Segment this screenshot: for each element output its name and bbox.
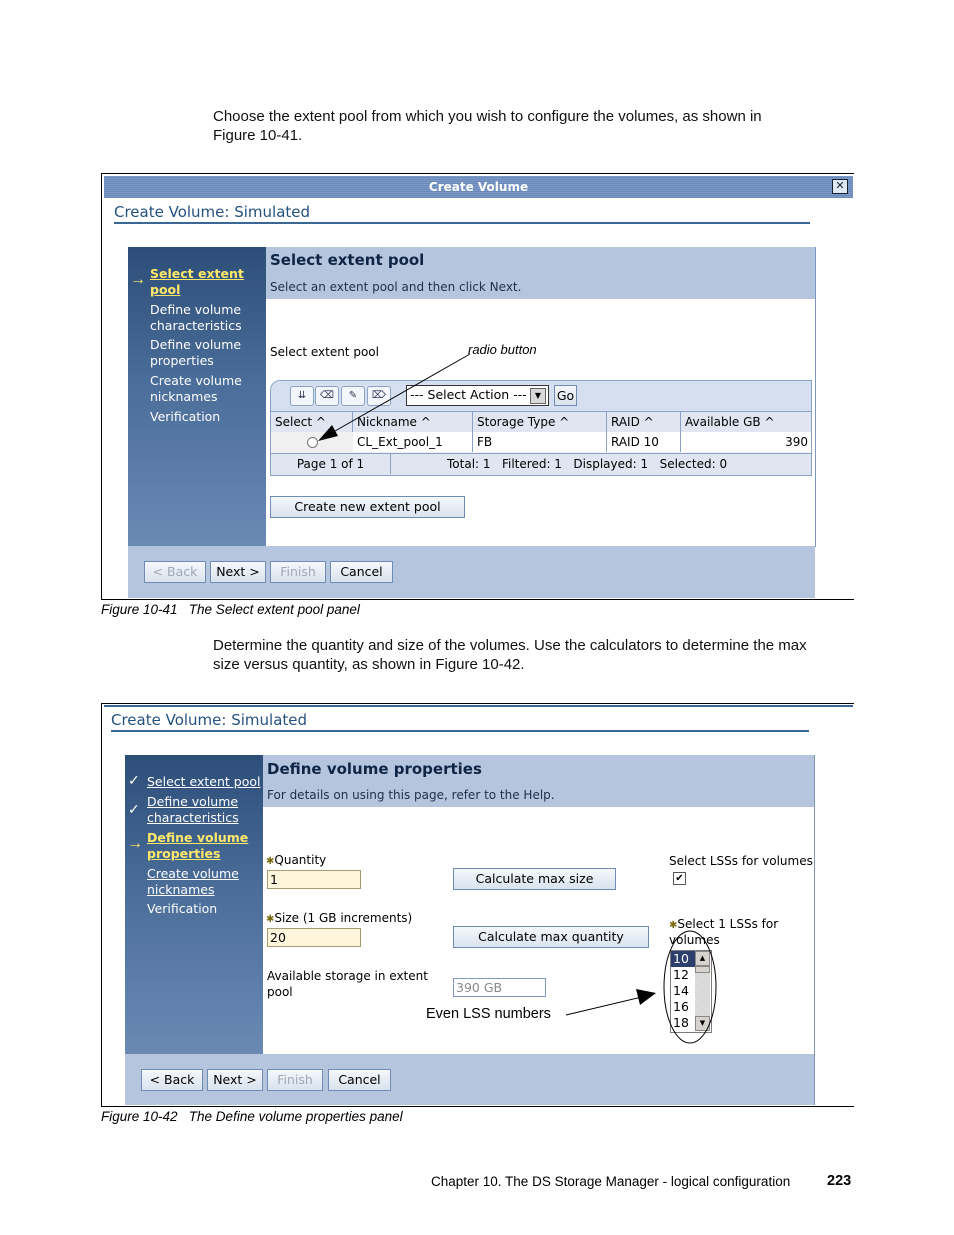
step-label-line: Create volume [147, 866, 239, 881]
step-define-volume-characteristics: Define volume characteristics [150, 302, 242, 334]
cancel-button[interactable]: Cancel [328, 1069, 391, 1091]
step-label-line: Verification [150, 409, 221, 424]
calculate-max-size-button[interactable]: Calculate max size [453, 868, 616, 890]
cancel-button[interactable]: Cancel [330, 561, 393, 583]
window-title-bar: Create Volume [104, 176, 853, 198]
middle-line-1: Determine the quantity and size of the v… [213, 637, 807, 654]
annotation-line [565, 996, 643, 1016]
annotation-callout [565, 930, 717, 1044]
panel-title: Define volume properties [267, 760, 482, 778]
intro-paragraph: Choose the extent pool from which you wi… [213, 107, 762, 145]
step-create-volume-nicknames: Create volume nicknames [150, 373, 242, 405]
available-label-line-1: Available storage in extent [267, 969, 428, 983]
select-lss-checkbox-label: Select LSSs for volumes [669, 854, 813, 868]
cell-storage-type: FB [473, 432, 607, 452]
step-verification: Verification [150, 409, 220, 425]
cell-raid: RAID 10 [607, 432, 681, 452]
wizard-title: Create Volume: Simulated [111, 711, 308, 729]
back-button[interactable]: < Back [141, 1069, 203, 1091]
step-select-extent-pool[interactable]: Select extent pool [150, 266, 244, 298]
displayed-count: Displayed: 1 [573, 457, 649, 471]
filtered-count: Filtered: 1 [501, 457, 562, 471]
page-number: 223 [827, 1173, 852, 1189]
table-footer: Page 1 of 1 Total: 1 Filtered: 1 Display… [271, 454, 811, 475]
arrow-right-icon: → [130, 271, 146, 288]
arrow-right-icon: → [127, 835, 143, 852]
back-button[interactable]: < Back [144, 561, 206, 583]
window-title: Create Volume [428, 180, 529, 194]
size-label-text: Size (1 GB increments) [274, 911, 413, 925]
total-count: Total: 1 [447, 457, 491, 471]
select-lss-checkbox[interactable]: ✔ [673, 872, 686, 885]
column-header-raid[interactable]: RAID ^ [607, 412, 681, 432]
close-icon[interactable]: ✕ [832, 179, 848, 194]
chevron-down-icon: ▼ [530, 388, 546, 404]
column-header-storage-type[interactable]: Storage Type ^ [473, 412, 607, 432]
step-label-line: Define volume [150, 302, 242, 317]
figure-caption-1: Figure 10-41 The Select extent pool pane… [101, 602, 360, 617]
middle-line-2: size versus quantity, as shown in Figure… [213, 656, 525, 673]
page-indicator: Page 1 of 1 [271, 454, 391, 474]
arrowhead [318, 425, 338, 441]
chapter-footer: Chapter 10. The DS Storage Manager - log… [431, 1174, 791, 1189]
panel-border [815, 247, 816, 547]
selected-count: Selected: 0 [659, 457, 728, 471]
intro-line-1: Choose the extent pool from which you wi… [213, 108, 762, 125]
step-label-line: Verification [147, 901, 218, 916]
step-label-line: Define volume [150, 337, 242, 352]
step-label-line: characteristics [147, 810, 239, 825]
available-storage-label: Available storage in extent pool [267, 968, 428, 1000]
create-new-extent-pool-button[interactable]: Create new extent pool [270, 496, 465, 518]
step-label-line: Define volume [147, 830, 249, 845]
step-label-line: properties [150, 353, 214, 368]
quantity-label: ✱Quantity [266, 853, 326, 867]
annotation-arrow [318, 353, 471, 441]
checkmark-icon: ✓ [128, 801, 140, 817]
wizard-title: Create Volume: Simulated [114, 203, 311, 221]
top-rule [104, 705, 853, 707]
step-define-volume-properties: Define volume properties [150, 337, 241, 369]
panel-subtitle: For details on using this page, refer to… [267, 788, 555, 802]
column-header-available-gb[interactable]: Available GB ^ [681, 412, 811, 432]
next-button[interactable]: Next > [210, 561, 266, 583]
step-label-line: Select extent [150, 266, 244, 281]
available-storage-field: 390 GB [453, 978, 546, 997]
go-button[interactable]: Go [554, 385, 577, 406]
quantity-label-text: Quantity [274, 853, 327, 867]
available-label-line-2: pool [267, 985, 293, 999]
step-create-volume-nicknames[interactable]: Create volume nicknames [147, 866, 239, 898]
step-label-line: nicknames [150, 389, 218, 404]
step-label-line: nicknames [147, 882, 215, 897]
next-button[interactable]: Next > [207, 1069, 263, 1091]
arrowhead [636, 989, 656, 1005]
panel-border [814, 755, 815, 1105]
finish-button[interactable]: Finish [267, 1069, 323, 1091]
intro-line-2: Figure 10-41. [213, 127, 303, 144]
step-define-volume-characteristics[interactable]: Define volume characteristics [147, 794, 239, 826]
step-select-extent-pool[interactable]: Select extent pool [147, 774, 261, 790]
step-verification: Verification [147, 901, 217, 917]
middle-paragraph: Determine the quantity and size of the v… [213, 636, 807, 674]
figure-caption-2: Figure 10-42 The Define volume propertie… [101, 1109, 403, 1124]
checkmark-icon: ✓ [128, 772, 140, 788]
step-label-line: pool [150, 282, 181, 297]
title-rule [114, 222, 810, 224]
size-label: ✱Size (1 GB increments) [266, 911, 412, 925]
panel-title: Select extent pool [270, 251, 425, 269]
size-input[interactable]: 20 [267, 928, 361, 947]
step-label-line: characteristics [150, 318, 242, 333]
step-label-line: properties [147, 846, 221, 861]
table-summary: Total: 1 Filtered: 1 Displayed: 1 Select… [447, 454, 727, 474]
annotation-even-lss: Even LSS numbers [426, 1006, 551, 1022]
panel-subtitle: Select an extent pool and then click Nex… [270, 280, 522, 294]
step-label-line: Create volume [150, 373, 242, 388]
step-label-line: Select extent pool [147, 774, 261, 789]
finish-button[interactable]: Finish [270, 561, 326, 583]
step-label-line: Define volume [147, 794, 239, 809]
cell-available-gb: 390 [681, 432, 811, 452]
quantity-input[interactable]: 1 [267, 870, 361, 889]
title-rule [111, 730, 809, 732]
step-define-volume-properties[interactable]: Define volume properties [147, 830, 248, 862]
annotation-ellipse [663, 930, 717, 1044]
